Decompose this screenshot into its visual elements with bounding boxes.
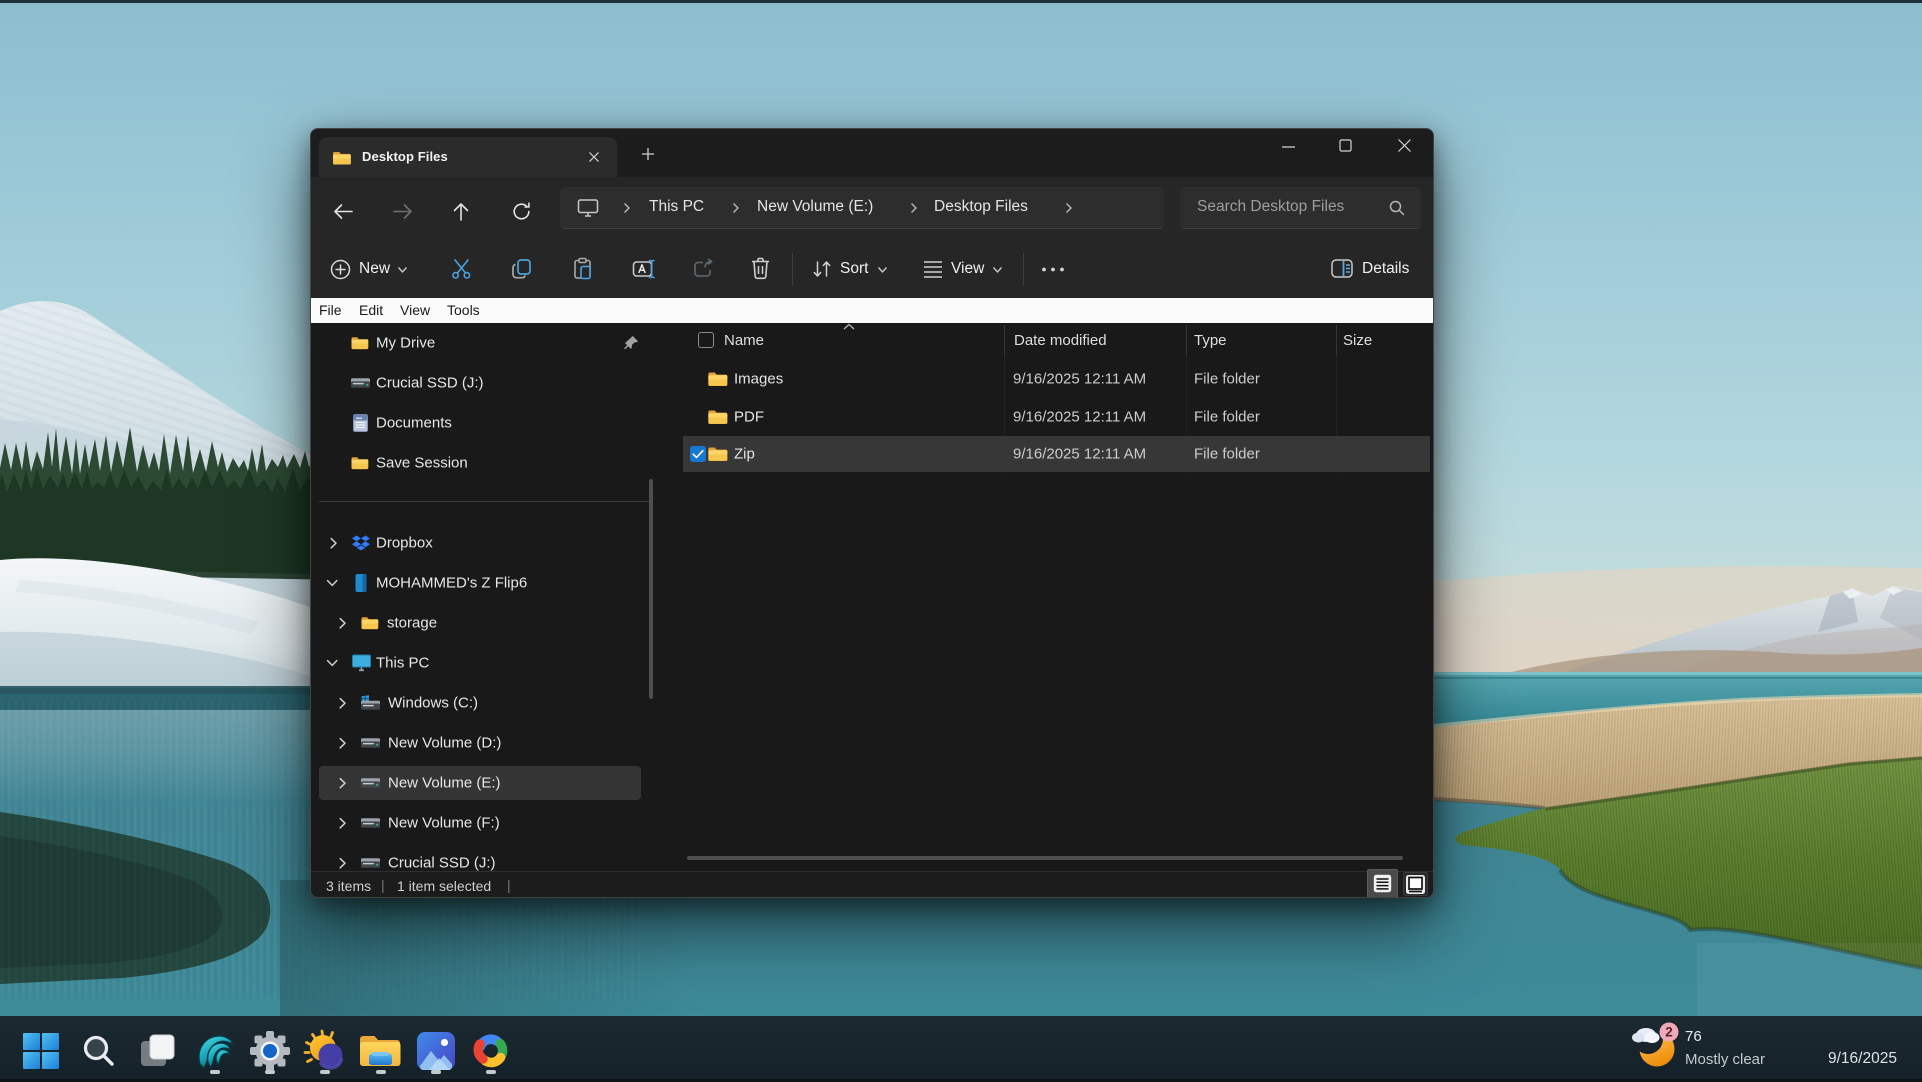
svg-text:2: 2: [1665, 1025, 1673, 1040]
